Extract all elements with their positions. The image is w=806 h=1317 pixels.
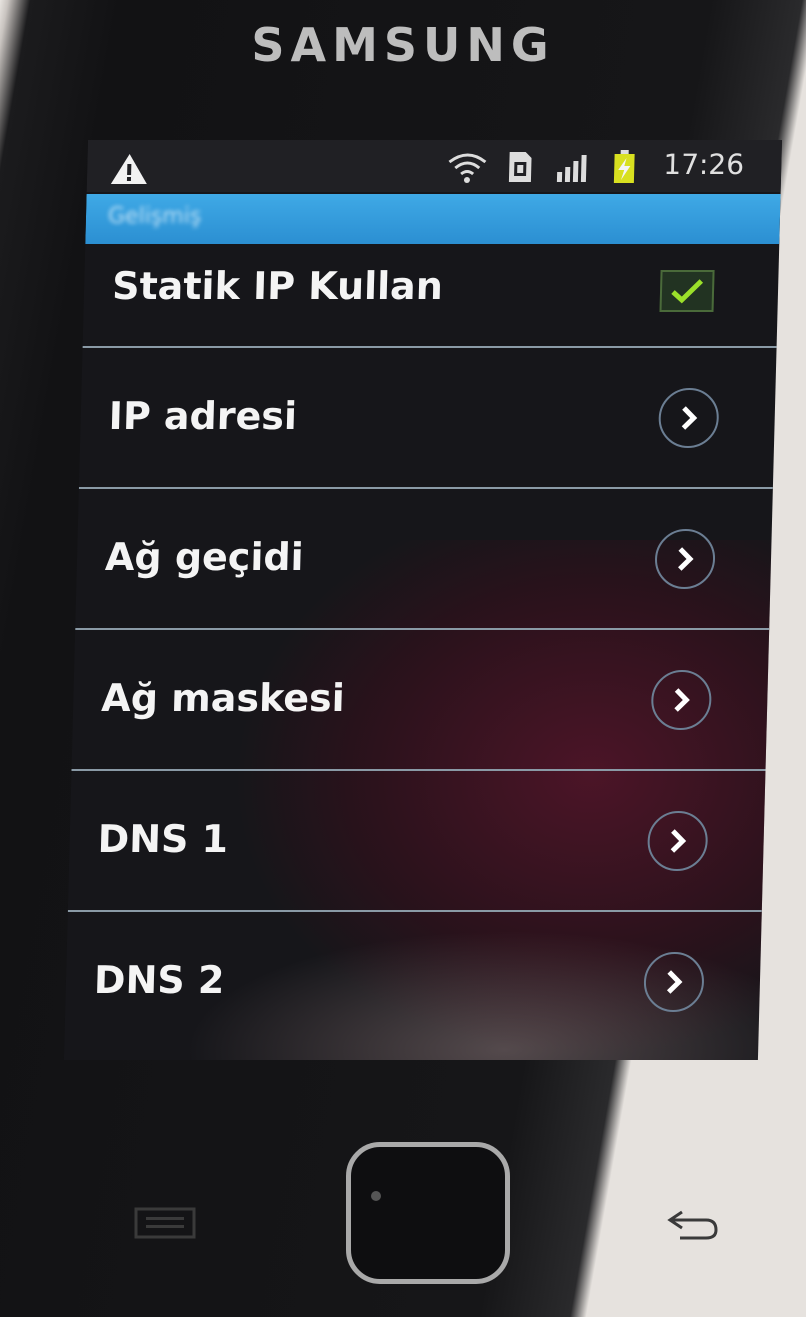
- netmask-chevron-button[interactable]: [650, 670, 713, 730]
- home-button[interactable]: [346, 1142, 510, 1284]
- screen: 17:26 Gelişmiş Statik IP Kullan IP adres…: [63, 140, 783, 1060]
- status-bar: 17:26: [86, 140, 783, 192]
- page-title: Gelişmiş: [107, 204, 202, 229]
- status-time: 17:26: [662, 148, 745, 181]
- static-ip-checkbox[interactable]: [659, 270, 715, 312]
- setting-label: Ağ geçidi: [104, 535, 305, 579]
- setting-label: DNS 2: [93, 958, 225, 1002]
- phone-body: SAMSUNG 17:26 Gelişmiş Statik IP Kullan …: [0, 0, 806, 1317]
- dns1-chevron-button[interactable]: [646, 811, 709, 871]
- chevron-right-icon: [678, 547, 694, 571]
- chevron-right-icon: [681, 406, 698, 430]
- warning-icon: [110, 154, 147, 184]
- signal-icon: [556, 155, 587, 182]
- setting-gateway[interactable]: Ağ geçidi: [75, 489, 773, 630]
- checkmark-icon: [671, 279, 704, 304]
- sim-icon: [508, 152, 532, 182]
- settings-list: Statik IP Kullan IP adresi Ağ geçidi Ağ …: [64, 244, 780, 1051]
- chevron-right-icon: [666, 970, 683, 994]
- setting-label: DNS 1: [97, 817, 229, 861]
- title-bar: Gelişmiş: [85, 194, 781, 244]
- ip-address-chevron-button[interactable]: [657, 388, 720, 448]
- setting-ip-address[interactable]: IP adresi: [78, 348, 777, 489]
- back-key-icon[interactable]: [662, 1204, 722, 1244]
- brand-logo: SAMSUNG: [251, 18, 555, 72]
- home-button-sensor: [371, 1191, 381, 1201]
- dns2-chevron-button[interactable]: [643, 952, 705, 1012]
- setting-static-ip[interactable]: Statik IP Kullan: [82, 244, 780, 348]
- setting-label: IP adresi: [108, 394, 298, 438]
- setting-label: Statik IP Kullan: [111, 264, 444, 308]
- battery-charging-icon: [613, 150, 635, 183]
- chevron-right-icon: [674, 688, 690, 712]
- wifi-icon: [448, 153, 487, 183]
- setting-label: Ağ maskesi: [100, 676, 346, 720]
- chevron-right-icon: [670, 829, 687, 853]
- setting-dns1[interactable]: DNS 1: [67, 771, 766, 912]
- setting-netmask[interactable]: Ağ maskesi: [71, 630, 770, 771]
- setting-dns2[interactable]: DNS 2: [64, 912, 762, 1051]
- menu-key-icon[interactable]: [132, 1206, 198, 1240]
- gateway-chevron-button[interactable]: [654, 529, 716, 589]
